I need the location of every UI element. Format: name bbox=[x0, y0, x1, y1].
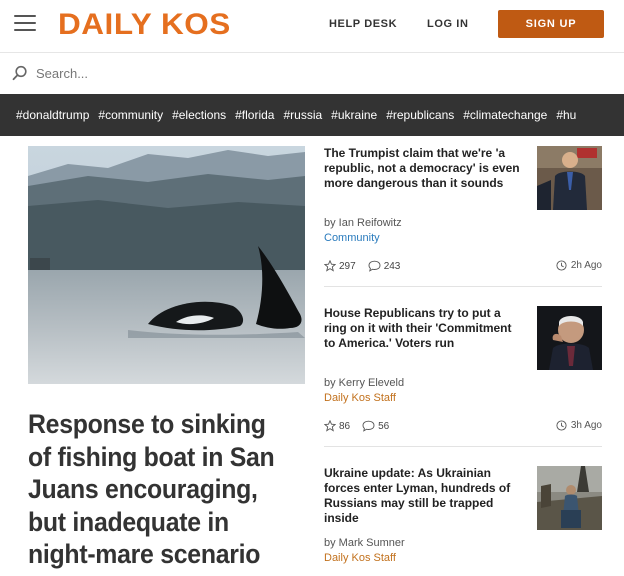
help-desk-link[interactable]: HELP DESK bbox=[329, 18, 397, 30]
article-thumbnail[interactable] bbox=[537, 466, 602, 530]
article-thumbnail[interactable] bbox=[537, 146, 602, 210]
comment-count-value: 243 bbox=[383, 260, 401, 272]
article-category[interactable]: Community bbox=[324, 232, 380, 244]
comment-icon bbox=[362, 420, 375, 432]
tag-link[interactable]: #russia bbox=[283, 94, 322, 136]
article-time-value: 2h Ago bbox=[570, 260, 602, 271]
search-bar bbox=[0, 52, 624, 92]
article-category[interactable]: Daily Kos Staff bbox=[324, 392, 396, 404]
tag-link[interactable]: #elections bbox=[172, 94, 226, 136]
site-header: DAILY KOS HELP DESK LOG IN SIGN UP bbox=[0, 0, 624, 50]
like-count-value: 297 bbox=[339, 260, 356, 272]
comment-count[interactable]: 243 bbox=[368, 260, 401, 272]
like-count[interactable]: 86 bbox=[324, 420, 350, 432]
comment-count[interactable]: 56 bbox=[362, 420, 389, 432]
search-input[interactable] bbox=[36, 63, 596, 83]
like-count-value: 86 bbox=[339, 420, 351, 432]
search-icon bbox=[12, 65, 27, 81]
thumbnail-photo bbox=[537, 306, 602, 370]
article-byline[interactable]: by Ian Reifowitz bbox=[324, 217, 402, 229]
tag-link[interactable]: #donaldtrump bbox=[16, 94, 89, 136]
article-divider bbox=[324, 446, 602, 447]
tag-link[interactable]: #community bbox=[98, 94, 163, 136]
article-title[interactable]: The Trumpist claim that we're 'a republi… bbox=[324, 146, 524, 191]
thumbnail-photo bbox=[537, 146, 602, 210]
article-byline[interactable]: by Mark Sumner bbox=[324, 537, 405, 549]
log-in-link[interactable]: LOG IN bbox=[427, 18, 469, 30]
tag-link[interactable]: #republicans bbox=[386, 94, 454, 136]
article-byline[interactable]: by Kerry Eleveld bbox=[324, 377, 404, 389]
article-item: Ukraine update: As Ukrainian forces ente… bbox=[324, 466, 602, 576]
article-title[interactable]: Ukraine update: As Ukrainian forces ente… bbox=[324, 466, 524, 526]
hero-headline[interactable]: Response to sinking of fishing boat in S… bbox=[28, 408, 286, 571]
tag-list: #donaldtrump #community #elections #florida… bbox=[16, 94, 585, 136]
article-thumbnail[interactable] bbox=[537, 306, 602, 370]
article-stats: 86 56 bbox=[324, 420, 397, 432]
article-category[interactable]: Daily Kos Staff bbox=[324, 552, 396, 564]
comment-count-value: 56 bbox=[378, 420, 390, 432]
article-time-value: 3h Ago bbox=[570, 420, 602, 431]
article-divider bbox=[324, 286, 602, 287]
article-time: 3h Ago bbox=[556, 420, 602, 431]
article-time: 2h Ago bbox=[556, 260, 602, 271]
article-stats: 297 243 bbox=[324, 260, 408, 272]
clock-icon bbox=[556, 420, 567, 431]
clock-icon bbox=[556, 260, 567, 271]
hero-image[interactable] bbox=[28, 146, 305, 384]
article-item: The Trumpist claim that we're 'a republi… bbox=[324, 146, 602, 278]
tag-bar: #donaldtrump #community #elections #florida… bbox=[0, 94, 624, 136]
like-count[interactable]: 297 bbox=[324, 260, 356, 272]
tag-link[interactable]: #hu bbox=[556, 94, 576, 136]
sign-up-button[interactable]: SIGN UP bbox=[498, 10, 604, 38]
comment-icon bbox=[368, 260, 381, 272]
tag-link[interactable]: #florida bbox=[235, 94, 274, 136]
orca-photo bbox=[28, 146, 305, 384]
thumbnail-photo bbox=[537, 466, 602, 530]
tag-link[interactable]: #ukraine bbox=[331, 94, 377, 136]
star-icon bbox=[324, 260, 336, 272]
tag-link[interactable]: #climatechange bbox=[463, 94, 547, 136]
article-title[interactable]: House Republicans try to put a ring on i… bbox=[324, 306, 524, 351]
menu-icon[interactable] bbox=[14, 15, 36, 33]
site-logo[interactable]: DAILY KOS bbox=[58, 8, 231, 42]
star-icon bbox=[324, 420, 336, 432]
article-item: House Republicans try to put a ring on i… bbox=[324, 306, 602, 438]
